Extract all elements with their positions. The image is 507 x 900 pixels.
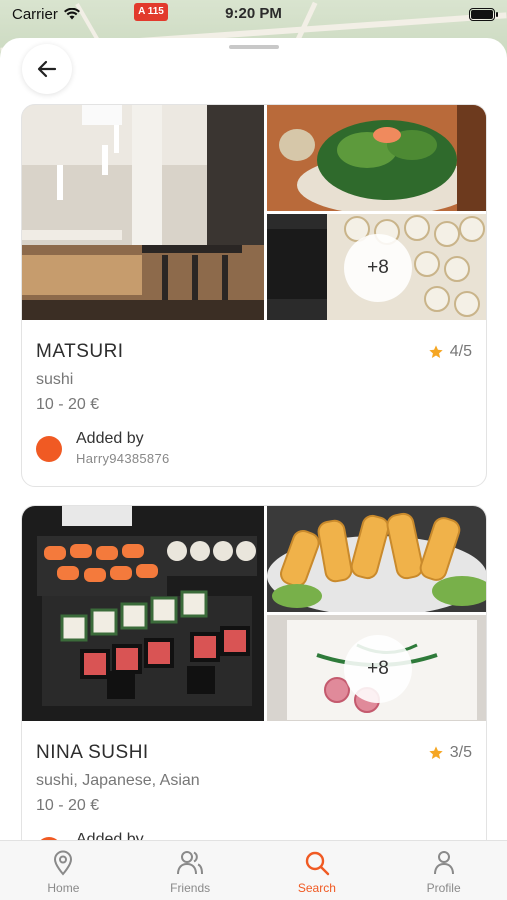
profile-icon (433, 851, 454, 875)
price-range: 10 - 20 € (36, 396, 100, 413)
more-photos-badge[interactable]: +8 (344, 635, 412, 703)
tab-profile[interactable]: Profile (380, 841, 507, 900)
back-button[interactable] (22, 44, 72, 94)
star-icon (429, 345, 443, 358)
tab-label: Home (47, 881, 80, 895)
carrier-label: Carrier (12, 5, 58, 23)
tab-label: Profile (426, 881, 461, 895)
restaurant-interior-photo[interactable] (22, 105, 264, 320)
bottom-tab-bar: Home Friends Search Profile (0, 840, 507, 900)
battery-icon (469, 7, 498, 21)
rating-value: 3/5 (449, 744, 472, 761)
star-icon (429, 746, 443, 759)
salad-photo[interactable] (267, 105, 486, 211)
tab-search[interactable]: Search (254, 841, 381, 900)
restaurant-list-sheet: +8 MATSURI 4/5 sushi 10 - 20 € Added by … (0, 38, 507, 900)
rating-value: 4/5 (449, 343, 472, 360)
rating: 3/5 (428, 744, 472, 762)
restaurant-name: NINA SUSHI (36, 742, 149, 763)
status-bar: Carrier (0, 0, 507, 28)
more-photos-badge[interactable]: +8 (344, 234, 412, 302)
tab-label: Search (297, 881, 336, 895)
rating: 4/5 (428, 343, 472, 361)
friends-icon (177, 851, 204, 875)
photo-gallery[interactable]: +8 (22, 506, 486, 721)
tab-friends[interactable]: Friends (127, 841, 254, 900)
price-range: 10 - 20 € (36, 797, 100, 814)
search-icon (305, 851, 330, 876)
wifi-icon (63, 8, 80, 20)
restaurant-card[interactable]: +8 MATSURI 4/5 sushi 10 - 20 € Added by … (21, 104, 487, 487)
dessert-plate-photo[interactable]: +8 (267, 615, 486, 721)
tab-home[interactable]: Home (0, 841, 127, 900)
arrow-left-icon (37, 60, 57, 78)
photo-gallery[interactable]: +8 (22, 105, 486, 320)
tempura-photo[interactable] (267, 506, 486, 612)
cuisine-label: sushi (36, 371, 74, 388)
added-by-username: Harry94385876 (76, 451, 170, 466)
sheet-grabber[interactable] (229, 45, 279, 49)
sushi-board-photo[interactable] (22, 506, 264, 721)
user-avatar (36, 436, 62, 462)
tab-label: Friends (170, 881, 211, 895)
added-by-label: Added by (76, 430, 144, 447)
cuisine-label: sushi, Japanese, Asian (36, 772, 200, 789)
added-by-row[interactable]: Added by Harry94385876 (36, 430, 472, 466)
sushi-platter-photo[interactable]: +8 (267, 214, 486, 320)
location-pin-icon (54, 850, 73, 876)
restaurant-name: MATSURI (36, 341, 124, 362)
